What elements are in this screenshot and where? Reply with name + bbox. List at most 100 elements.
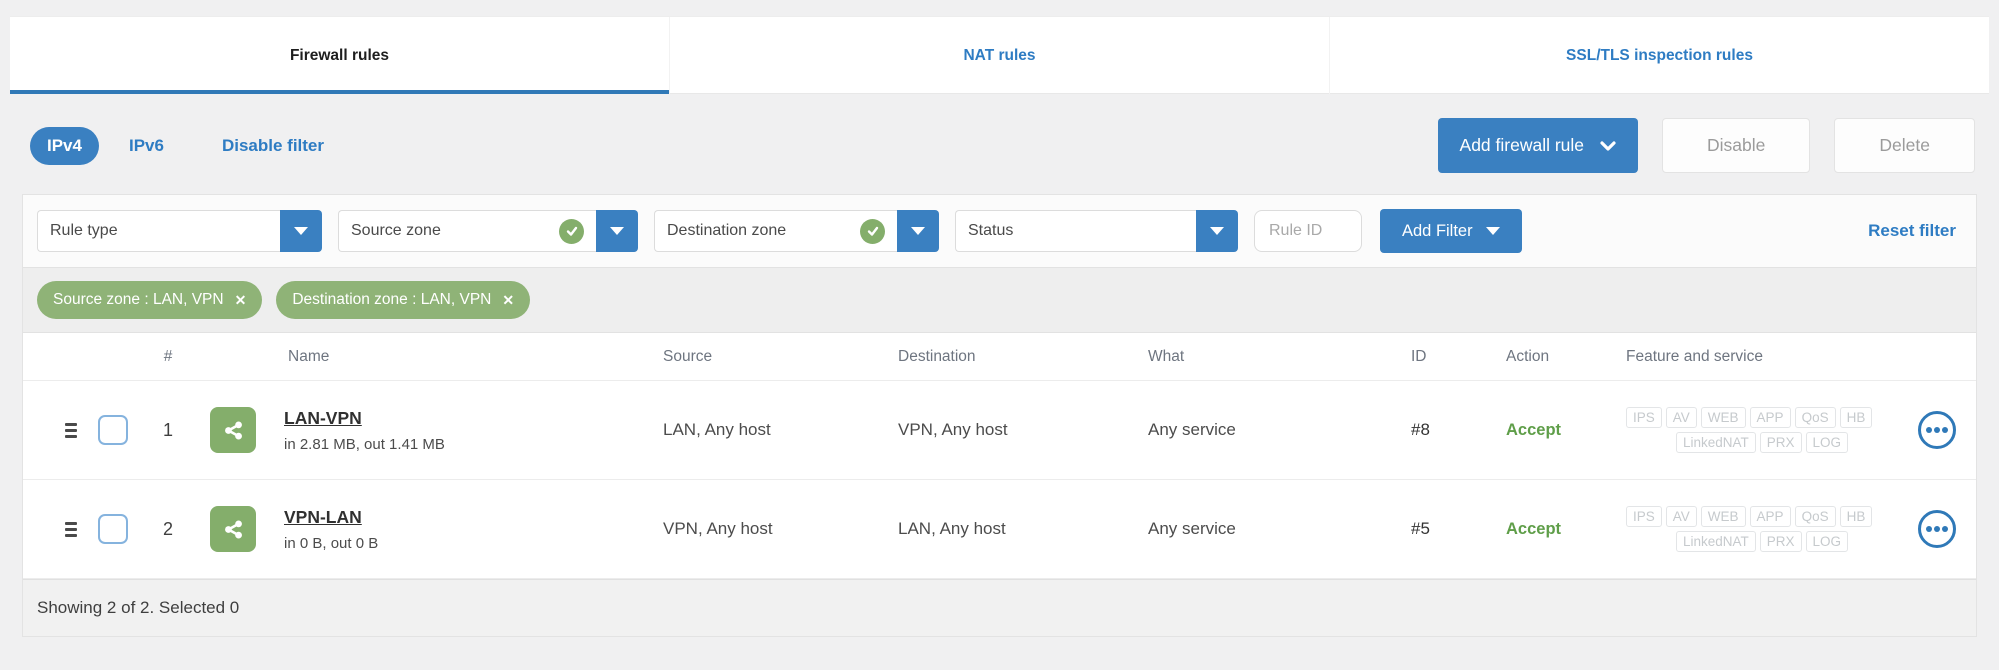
triangle-down-icon [610, 227, 624, 235]
chevron-down-icon [1600, 140, 1616, 151]
filter-dropdown-box: Status [955, 210, 1196, 252]
badge-line-2: LinkedNAT PRX LOG [1626, 432, 1898, 453]
feature-badge: LinkedNAT [1675, 531, 1756, 552]
filter-dropdown-box: Source zone [338, 210, 596, 252]
rule-id-input[interactable] [1254, 210, 1362, 252]
tab[interactable]: SSL/TLS inspection rules [1329, 17, 1989, 94]
rule-source: VPN, Any host [663, 519, 773, 538]
check-circle-icon [559, 218, 584, 244]
feature-badge: IPS [1626, 506, 1662, 527]
drag-handle-icon[interactable] [53, 521, 88, 537]
filter-tag: Destination zone : LAN, VPN ✕ [276, 281, 531, 319]
feature-badge: HB [1839, 407, 1873, 428]
feature-badge: AV [1665, 407, 1697, 428]
rule-name-link[interactable]: VPN-LAN [284, 507, 362, 528]
badge-line-1: IPS AV WEB APP QoS HB [1626, 407, 1898, 428]
add-filter-button[interactable]: Add Filter [1380, 209, 1522, 253]
rule-id: #5 [1411, 519, 1430, 538]
col-header-number: # [163, 347, 173, 365]
add-firewall-rule-button[interactable]: Add firewall rule [1437, 118, 1639, 173]
triangle-down-icon [1485, 227, 1500, 235]
reset-filter-link[interactable]: Reset filter [1868, 221, 1956, 241]
rules-panel: Rule type Source zone Destination zone S… [22, 194, 1977, 637]
rule-action: Accept [1506, 519, 1562, 538]
feature-badges: IPS AV WEB APP QoS HB LinkedNAT PRX LOG [1618, 407, 1898, 453]
feature-badge: PRX [1759, 531, 1802, 552]
triangle-down-icon [911, 227, 925, 235]
tab-bar: Firewall rules NAT rules SSL/TLS inspect… [10, 16, 1989, 94]
col-header-source: Source [663, 347, 713, 365]
rule-id: #8 [1411, 420, 1430, 439]
drag-handle-icon[interactable] [53, 422, 88, 438]
feature-badge: LOG [1805, 432, 1849, 453]
share-icon [210, 407, 256, 453]
triangle-down-icon [1210, 227, 1224, 235]
disable-button[interactable]: Disable [1662, 118, 1811, 173]
rule-name-link[interactable]: LAN-VPN [284, 408, 362, 429]
filter-dropdown[interactable]: Destination zone [654, 210, 939, 252]
filter-dropdown-box: Destination zone [654, 210, 897, 252]
feature-badge: QoS [1794, 506, 1836, 527]
table-row: 1 LAN-VPN in 2.81 MB, out 1.41 MB LAN, A… [23, 381, 1976, 480]
row-checkbox[interactable] [98, 514, 128, 544]
delete-button[interactable]: Delete [1834, 118, 1975, 173]
rule-traffic: in 2.81 MB, out 1.41 MB [284, 435, 445, 453]
check-circle-icon [860, 218, 885, 244]
triangle-down-icon [294, 227, 308, 235]
feature-badge: WEB [1700, 506, 1746, 527]
feature-badge: APP [1749, 506, 1791, 527]
feature-badge: AV [1665, 506, 1697, 527]
feature-badge: LOG [1805, 531, 1849, 552]
add-firewall-rule-label: Add firewall rule [1459, 135, 1585, 155]
dropdown-toggle-button[interactable] [1196, 210, 1238, 252]
toolbar-actions: Add firewall rule Disable Delete [1437, 118, 1975, 173]
rule-action: Accept [1506, 420, 1562, 439]
tab-label: NAT rules [963, 46, 1036, 64]
filter-dropdown-label: Status [968, 222, 1014, 239]
ipv4-toggle[interactable]: IPv4 [30, 126, 99, 165]
dropdown-toggle-button[interactable] [280, 210, 322, 252]
filter-dropdown-box: Rule type [37, 210, 280, 252]
table-header: # Name Source Destination What ID Action… [23, 333, 1976, 381]
tab[interactable]: NAT rules [669, 17, 1329, 94]
rule-what: Any service [1148, 420, 1236, 439]
rule-what: Any service [1148, 519, 1236, 538]
feature-badge: QoS [1794, 407, 1836, 428]
rule-source: LAN, Any host [663, 420, 771, 439]
table-body: 1 LAN-VPN in 2.81 MB, out 1.41 MB LAN, A… [23, 381, 1976, 579]
table-footer: Showing 2 of 2. Selected 0 [23, 579, 1976, 636]
disable-filter-link[interactable]: Disable filter [222, 136, 324, 156]
badge-line-1: IPS AV WEB APP QoS HB [1626, 506, 1898, 527]
rule-destination: VPN, Any host [898, 420, 1008, 439]
share-icon [210, 506, 256, 552]
col-header-action: Action [1506, 347, 1550, 365]
remove-tag-icon[interactable]: ✕ [235, 293, 247, 307]
filter-dropdown[interactable]: Rule type [37, 210, 322, 252]
feature-badge: APP [1749, 407, 1791, 428]
ellipsis-menu-icon[interactable] [1918, 411, 1956, 449]
filter-dropdown[interactable]: Status [955, 210, 1238, 252]
row-checkbox[interactable] [98, 415, 128, 445]
dropdown-toggle-button[interactable] [596, 210, 638, 252]
filter-dropdown-label: Destination zone [667, 222, 787, 239]
filter-tag: Source zone : LAN, VPN ✕ [37, 281, 263, 319]
row-number: 2 [162, 518, 173, 539]
filter-dropdown-label: Source zone [351, 222, 441, 239]
filter-bar: Rule type Source zone Destination zone S… [23, 195, 1976, 267]
ellipsis-menu-icon[interactable] [1918, 510, 1956, 548]
feature-badge: HB [1839, 506, 1873, 527]
filter-dropdown[interactable]: Source zone [338, 210, 638, 252]
table-row: 2 VPN-LAN in 0 B, out 0 B VPN, Any host … [23, 480, 1976, 579]
badge-line-2: LinkedNAT PRX LOG [1626, 531, 1898, 552]
col-header-feature: Feature and service [1626, 347, 1763, 365]
filter-tag-label: Source zone : LAN, VPN [53, 291, 224, 308]
col-header-what: What [1148, 347, 1185, 365]
tab[interactable]: Firewall rules [10, 17, 669, 94]
ipv6-toggle[interactable]: IPv6 [129, 136, 164, 156]
tab-label: Firewall rules [289, 46, 390, 64]
dropdown-toggle-button[interactable] [897, 210, 939, 252]
remove-tag-icon[interactable]: ✕ [502, 293, 514, 307]
col-header-name: Name [288, 347, 330, 365]
feature-badge: PRX [1759, 432, 1802, 453]
feature-badge: WEB [1700, 407, 1746, 428]
